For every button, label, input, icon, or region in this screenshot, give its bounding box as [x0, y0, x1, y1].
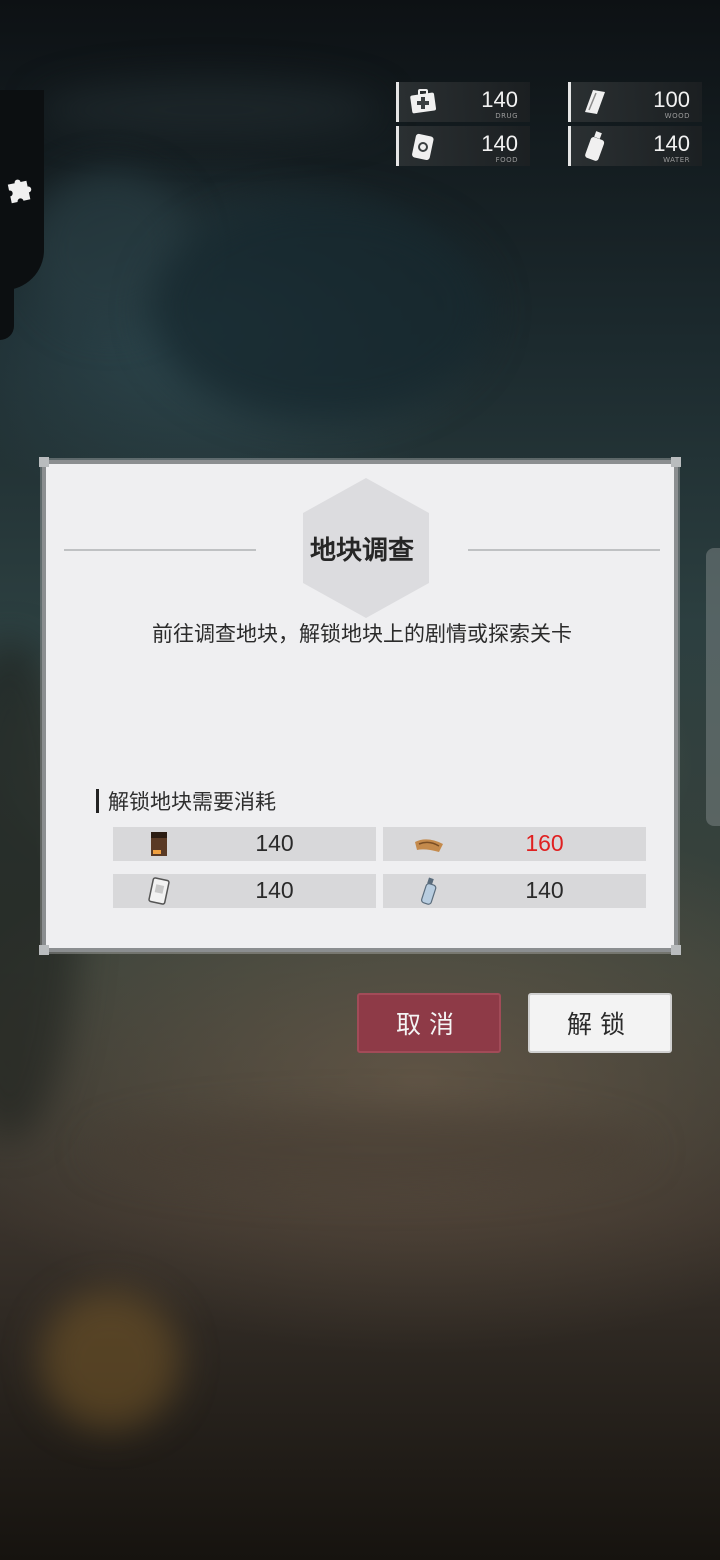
- resource-drug: 140 DRUG: [396, 82, 530, 122]
- food-can-icon: [412, 133, 434, 161]
- cost-water-value: 140: [525, 877, 564, 903]
- puzzle-button[interactable]: [0, 158, 42, 220]
- dialog-title: 地块调查: [309, 536, 414, 566]
- water-bottle-icon: [421, 877, 437, 905]
- resource-drug-label: DRUG: [495, 112, 518, 120]
- side-drawer-handle[interactable]: [706, 548, 720, 826]
- resource-water-value: 140: [653, 131, 690, 156]
- resource-wood: 100 WOOD: [568, 82, 702, 122]
- cancel-button[interactable]: 取消: [357, 993, 501, 1053]
- wood-plank-icon: [585, 90, 605, 114]
- resource-wood-label: WOOD: [664, 112, 690, 120]
- dialog-description: 前往调查地块，解锁地块上的剧情或探索关卡: [152, 622, 572, 646]
- puzzle-icon: [7, 179, 32, 204]
- cost-medicine-value: 140: [255, 830, 294, 856]
- wood-icon: [415, 839, 443, 852]
- resource-wood-value: 100: [653, 87, 690, 112]
- cost-item-wood: 160: [383, 827, 646, 861]
- cost-item-medicine: 140: [113, 827, 376, 861]
- plot-survey-dialog: 地块调查 前往调查地块，解锁地块上的剧情或探索关卡 解锁地块需要消耗 140 1…: [39, 457, 681, 955]
- resource-drug-value: 140: [481, 87, 518, 112]
- cost-food-value: 140: [255, 877, 294, 903]
- cost-heading: 解锁地块需要消耗: [96, 786, 276, 816]
- resource-water: 140 WATER: [568, 126, 702, 166]
- cost-wood-value: 160: [525, 830, 564, 856]
- resource-food: 140 FOOD: [396, 126, 530, 166]
- resource-water-label: WATER: [663, 156, 690, 164]
- unlock-button[interactable]: 解锁: [528, 993, 672, 1053]
- medicine-box-icon: [151, 832, 167, 856]
- medkit-icon: [410, 89, 437, 114]
- water-bottle-icon: [585, 131, 605, 161]
- cost-item-food: 140: [113, 874, 376, 908]
- title-divider-right: [468, 549, 660, 551]
- cost-item-water: 140: [383, 874, 646, 908]
- resource-food-label: FOOD: [495, 156, 518, 164]
- title-divider-left: [64, 549, 256, 551]
- food-ration-icon: [148, 877, 170, 905]
- resource-food-value: 140: [481, 131, 518, 156]
